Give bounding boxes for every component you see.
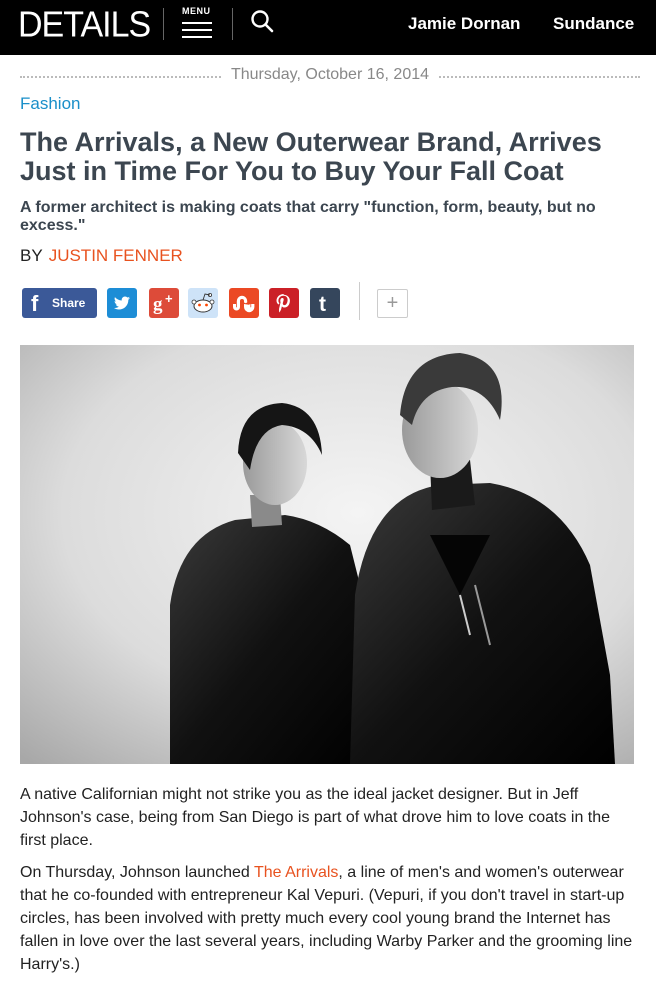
header-divider [232,8,233,40]
site-logo[interactable]: DETAILS [18,5,151,45]
twitter-icon [107,288,137,318]
hero-photo-image [20,345,634,764]
google-plus-share-button[interactable]: g + [149,288,179,318]
tumblr-share-button[interactable]: t [310,288,340,318]
byline-label: BY [20,246,43,265]
stumbleupon-icon [229,288,259,318]
site-header: DETAILS MENU Jamie Dornan Sundance [0,0,656,55]
stumbleupon-share-button[interactable] [229,288,259,318]
reddit-share-button[interactable] [188,288,218,318]
article-dek: A former architect is making coats that … [20,199,596,234]
article-paragraph: On Thursday, Johnson launched The Arriva… [20,861,640,976]
facebook-icon: f [31,291,39,316]
svg-text:+: + [165,291,173,306]
tumblr-icon: t [310,288,340,318]
the-arrivals-link[interactable]: The Arrivals [254,864,338,881]
reddit-icon [188,288,218,318]
hero-photo [20,345,634,764]
hamburger-icon [182,22,212,43]
more-share-button[interactable]: + [377,289,408,318]
article-headline: The Arrivals, a New Outerwear Brand, Arr… [20,127,602,186]
google-plus-icon: g + [149,288,179,318]
menu-label: MENU [182,6,211,16]
header-divider [163,8,164,40]
nav-link-sundance[interactable]: Sundance [553,14,634,34]
paragraph-text: On Thursday, Johnson launched [20,864,254,881]
pinterest-share-button[interactable] [269,288,299,318]
author-link[interactable]: JUSTIN FENNER [49,246,183,265]
search-icon [251,10,274,33]
byline: BY JUSTIN FENNER [20,246,183,266]
svg-text:g: g [153,294,163,315]
share-label: Share [52,296,86,310]
dateline: Thursday, October 16, 2014 [20,66,640,86]
search-button[interactable] [250,9,276,35]
pinterest-icon [269,288,299,318]
facebook-share-button[interactable]: f Share [22,288,97,318]
share-divider [359,282,360,320]
nav-link-jamie-dornan[interactable]: Jamie Dornan [408,14,520,34]
section-link[interactable]: Fashion [20,94,80,114]
svg-text:t: t [319,293,326,316]
twitter-share-button[interactable] [107,288,137,318]
menu-button[interactable]: MENU [176,4,218,42]
article-date: Thursday, October 16, 2014 [222,66,438,83]
article-paragraph: A native Californian might not strike yo… [20,786,611,849]
